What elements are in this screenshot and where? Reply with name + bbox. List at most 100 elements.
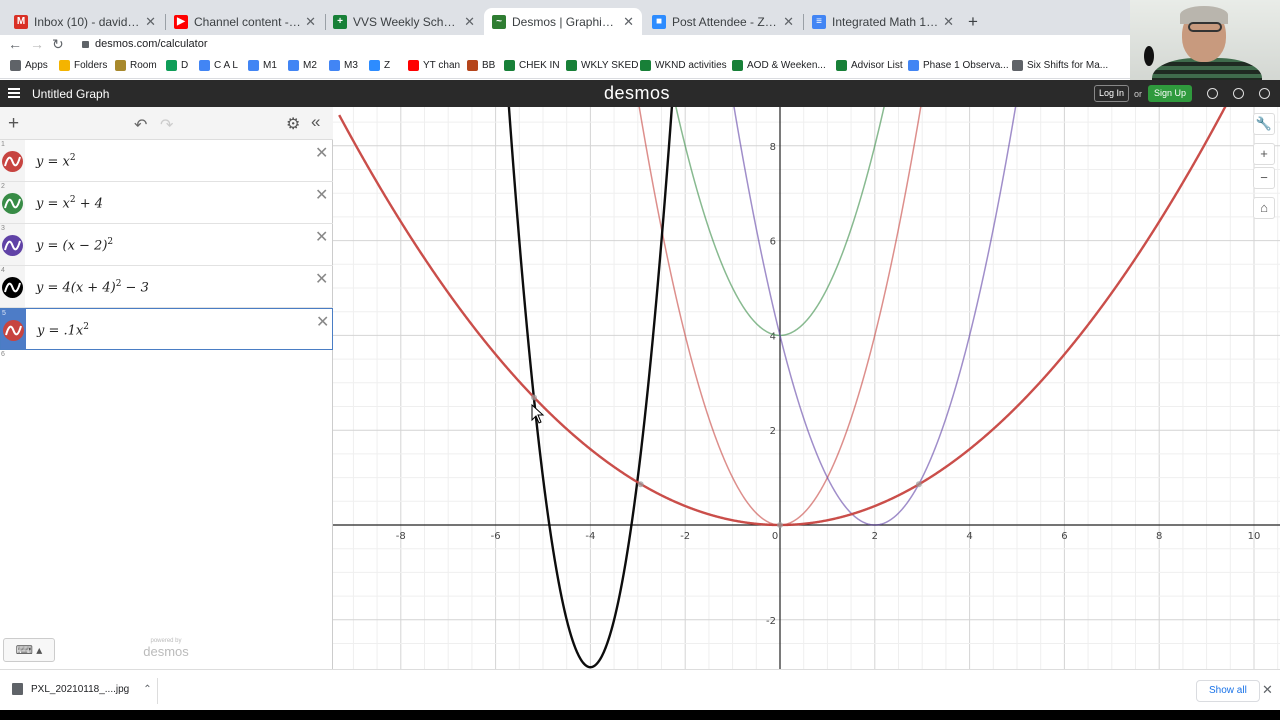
bookmark-item[interactable]: M3 [329,60,358,71]
bookmark-item[interactable]: WKLY SKED [566,60,638,71]
bookmark-icon [732,60,743,71]
curve-color-icon[interactable] [2,235,23,256]
login-button[interactable]: Log In [1094,85,1130,102]
bookmark-icon [288,60,299,71]
delete-expression-icon[interactable]: ✕ [315,269,328,289]
close-tab-icon[interactable]: ✕ [943,14,954,30]
bookmark-label: WKLY SKED [581,60,639,71]
bookmark-item[interactable]: Six Shifts for Ma... [1012,60,1108,71]
bookmark-label: CHEK IN [519,60,560,71]
expression-row-2[interactable]: 2 y = x2 + 4 ✕ [0,182,333,224]
expression-math[interactable]: y = 4(x + 4)2 − 3 [36,279,149,295]
bookmark-item[interactable]: C A L [199,60,238,71]
bookmark-label: Room [130,60,157,71]
bookmark-item[interactable]: BB [467,60,495,71]
bookmarks-bar: Apps Folders Room D C A L M1 M2 M3 Z YT chan BB CHE… [0,55,1280,79]
close-tab-icon[interactable]: ✕ [145,14,156,30]
signup-button[interactable]: Sign Up [1148,85,1192,102]
expression-row-4[interactable]: 4 y = 4(x + 4)2 − 3 ✕ [0,266,333,308]
graph-title[interactable]: Untitled Graph [32,87,109,101]
x-tick-label: 10 [1248,531,1261,542]
chevron-up-icon[interactable]: ⌃ [143,684,151,695]
curve-color-icon[interactable] [2,151,23,172]
curve-color-icon[interactable] [2,193,23,214]
back-icon[interactable]: ← [8,36,22,52]
bookmark-icon [115,60,126,71]
url-field[interactable]: desmos.com/calculator [82,38,208,50]
zoom-in-button[interactable]: + [1253,143,1275,165]
bookmark-item[interactable]: Room [115,60,157,71]
close-tab-icon[interactable]: ✕ [464,14,475,30]
bookmark-icon [566,60,577,71]
delete-expression-icon[interactable]: ✕ [315,227,328,247]
delete-expression-icon[interactable]: ✕ [316,312,329,332]
bookmark-item[interactable]: Folders [59,60,107,71]
language-icon[interactable] [1259,88,1270,99]
graph-settings-wrench-icon[interactable]: 🔧 [1253,113,1275,135]
expression-row-3[interactable]: 3 y = (x − 2)2 ✕ [0,224,333,266]
bookmark-icon [1012,60,1023,71]
bookmark-icon [640,60,651,71]
expression-math[interactable]: y = (x − 2)2 [36,237,113,253]
browser-tab[interactable]: ~ Desmos | Graphing Calculat ✕ [484,8,642,35]
close-tab-icon[interactable]: ✕ [783,14,794,30]
keyboard-toggle-button[interactable]: ⌨ ▴ [3,638,55,662]
forward-icon[interactable]: → [30,36,44,52]
collapse-list-icon[interactable]: « [311,112,320,132]
expression-row-1[interactable]: 1 y = x2 ✕ [0,140,333,182]
show-all-button[interactable]: Show all [1196,680,1260,702]
x-tick-label: -8 [396,531,406,542]
add-item-icon[interactable]: + [8,113,19,135]
new-expression-row[interactable]: 6 [0,350,25,370]
expression-number: 2 [1,183,5,190]
browser-tab[interactable]: ≡ Integrated Math 1 Weekly P ✕ [804,8,962,35]
curve-color-icon[interactable] [3,320,24,341]
close-tab-icon[interactable]: ✕ [623,14,634,30]
graph-canvas[interactable]: -8 -6 -4 -2 0 2 4 6 8 10 -2 2 4 6 8 [333,84,1280,669]
bookmark-item[interactable]: AOD & Weeken... [732,60,826,71]
bookmark-item[interactable]: WKND activities [640,60,727,71]
expression-math[interactable]: y = x2 + 4 [36,195,103,211]
browser-tab[interactable]: + VVS Weekly Schedule (Janu ✕ [325,8,483,35]
close-shelf-icon[interactable]: ✕ [1262,682,1273,698]
y-tick-label: -2 [766,616,776,627]
bookmark-item[interactable]: Z [369,60,390,71]
menu-icon[interactable] [8,88,20,98]
close-tab-icon[interactable]: ✕ [305,14,316,30]
expression-number: 6 [1,351,5,358]
bookmark-item[interactable]: Phase 1 Observa... [908,60,1009,71]
bookmark-item[interactable]: Advisor List [836,60,903,71]
expression-math[interactable]: y = .1x2 [37,322,89,338]
bookmark-item[interactable]: M1 [248,60,277,71]
bookmark-label: BB [482,60,496,71]
bookmark-item[interactable]: CHEK IN [504,60,560,71]
intersection-point [777,522,783,528]
x-tick-label: -2 [680,531,690,542]
share-icon[interactable] [1207,88,1218,99]
help-icon[interactable] [1233,88,1244,99]
home-icon[interactable]: ⌂ [1253,197,1275,219]
expression-row-5[interactable]: 5 y = .1x2 ✕ [0,308,333,350]
redo-icon[interactable]: ↷ [160,115,173,135]
bookmark-item[interactable]: YT chan [408,60,460,71]
settings-gear-icon[interactable]: ⚙ [286,114,300,134]
graph-svg[interactable]: -8 -6 -4 -2 0 2 4 6 8 10-22468 [333,84,1280,669]
y-tick-label: 2 [770,426,776,437]
expression-math[interactable]: y = x2 [36,153,76,169]
new-tab-button[interactable]: + [968,12,978,32]
delete-expression-icon[interactable]: ✕ [315,143,328,163]
browser-tab[interactable]: ▶ Channel content - YouTube ✕ [166,8,324,35]
reload-icon[interactable]: ↻ [52,36,64,53]
delete-expression-icon[interactable]: ✕ [315,185,328,205]
browser-tab[interactable]: M Inbox (10) - davids@vvsaz.c✕ [6,8,164,35]
browser-tab[interactable]: ■ Post Attendee - Zoom ✕ [644,8,802,35]
curve-color-icon[interactable] [2,277,23,298]
bookmark-item[interactable]: D [166,60,188,71]
bookmark-item[interactable]: Apps [10,60,48,71]
zoom-out-button[interactable]: − [1253,167,1275,189]
undo-icon[interactable]: ↶ [134,115,147,135]
microphone-shape [1144,46,1154,66]
download-item[interactable]: PXL_20210118_....jpg ⌃ [12,683,152,695]
bookmark-item[interactable]: M2 [288,60,317,71]
bookmark-icon [504,60,515,71]
